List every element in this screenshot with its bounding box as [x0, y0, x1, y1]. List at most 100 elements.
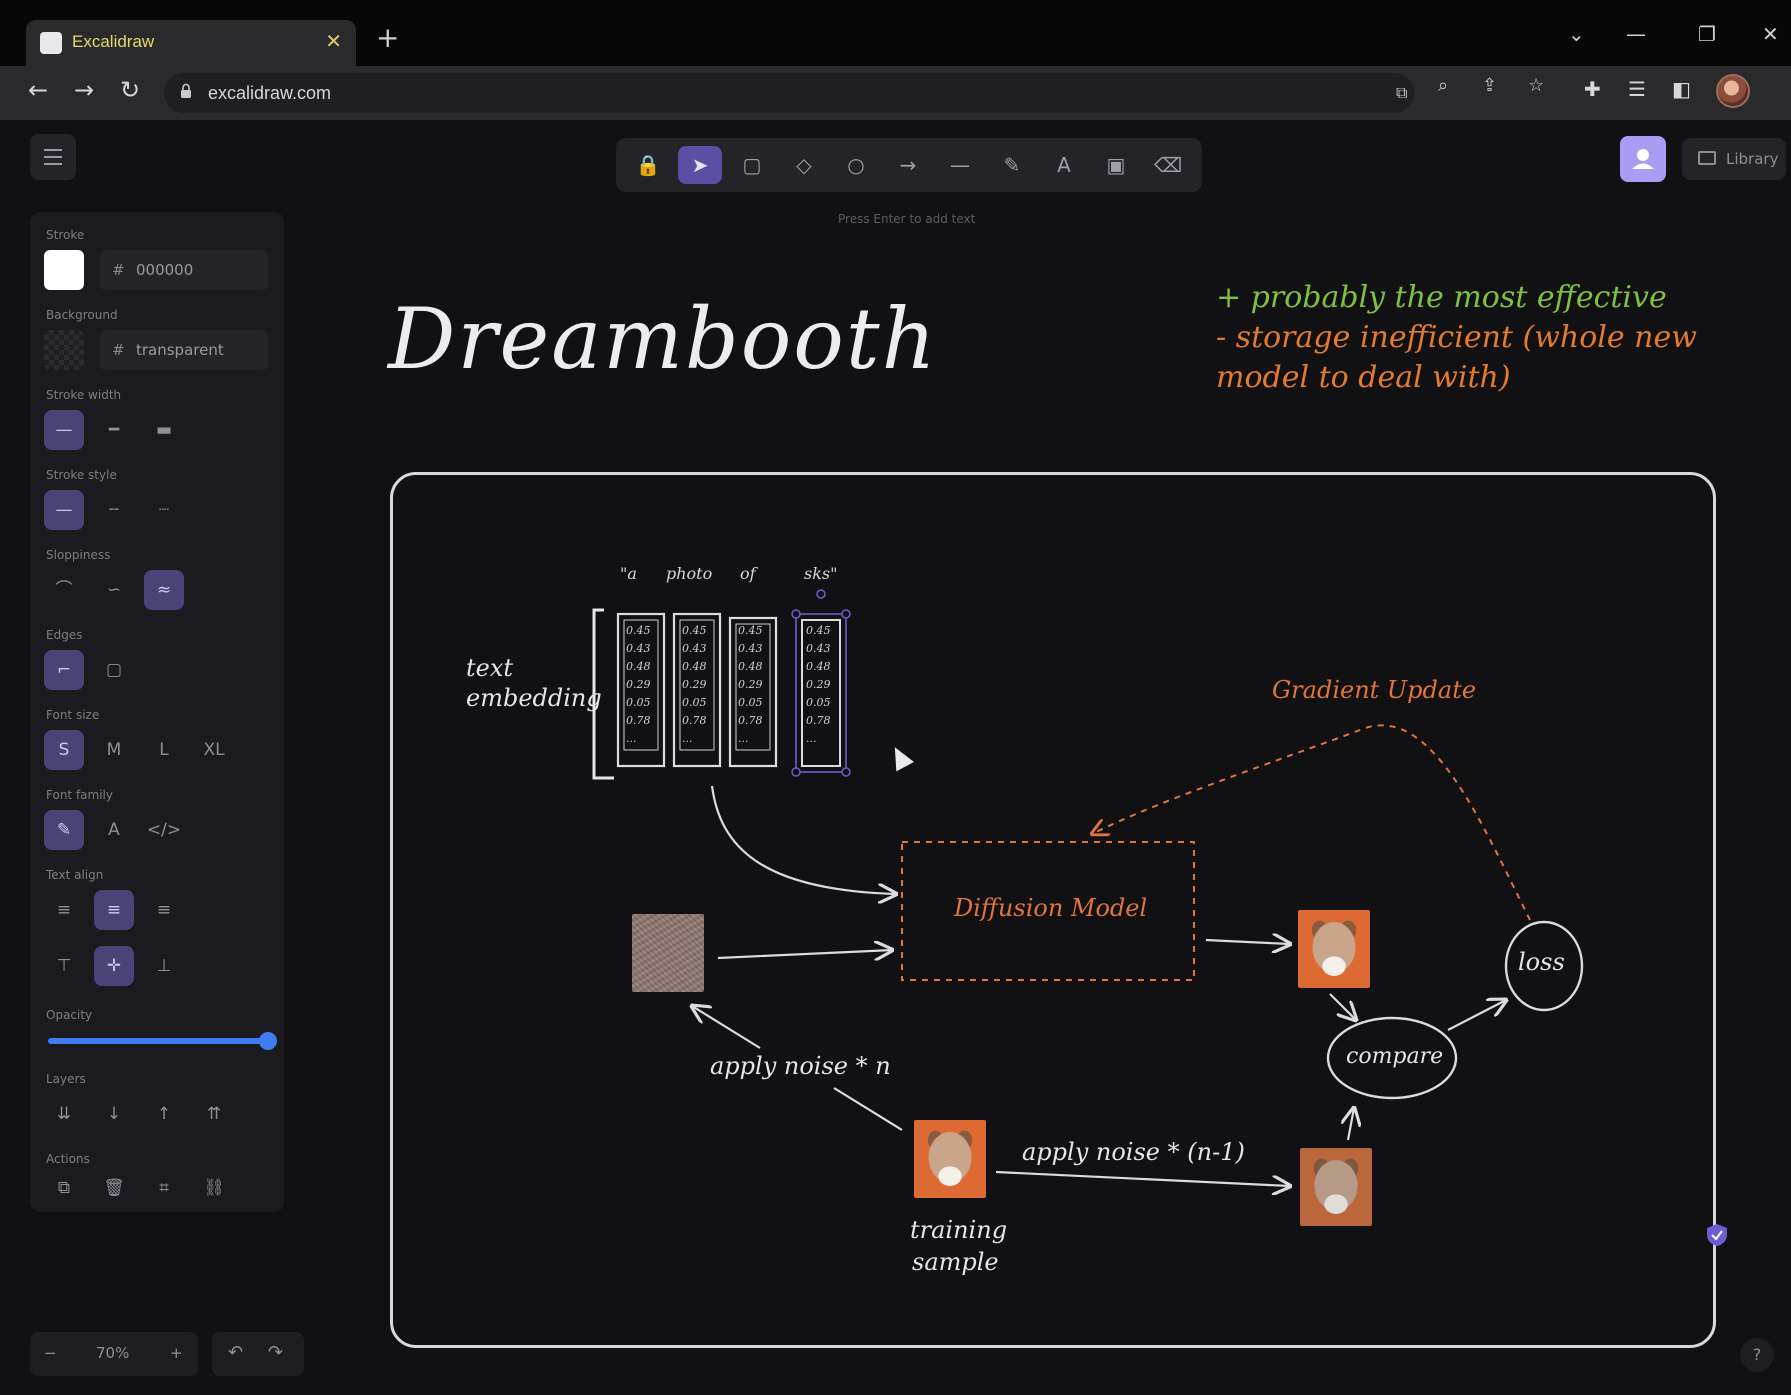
side-panel-icon[interactable]: ◧	[1672, 77, 1691, 101]
pros-note[interactable]: + probably the most effective	[1216, 280, 1667, 315]
selection-tool[interactable]: ➤	[678, 146, 722, 184]
redo-button[interactable]: ↷	[268, 1342, 283, 1363]
token-a[interactable]: "a	[620, 564, 637, 583]
stroke-width-bold[interactable]: ━	[94, 410, 134, 450]
bookmark-star-icon[interactable]: ☆	[1528, 75, 1544, 96]
font-size-xl[interactable]: XL	[194, 730, 234, 770]
line-tool[interactable]: —	[938, 146, 982, 184]
training-sample-label-line2[interactable]: sample	[912, 1248, 999, 1276]
stroke-width-thin[interactable]: —	[44, 410, 84, 450]
vertical-align-top[interactable]: ⊤	[44, 946, 84, 986]
arrow-tool[interactable]: →	[886, 146, 930, 184]
predicted-image[interactable]	[1298, 910, 1370, 988]
font-size-l[interactable]: L	[144, 730, 184, 770]
stroke-style-dashed[interactable]: ╌	[94, 490, 134, 530]
text-embedding-label-line2[interactable]: embedding	[466, 684, 602, 712]
send-backward-icon[interactable]: ↓	[94, 1094, 134, 1134]
apply-noise-n-minus-1-label[interactable]: apply noise * (n-1)	[1022, 1138, 1245, 1166]
token-of[interactable]: of	[740, 564, 756, 583]
stroke-width-extra-bold[interactable]: ▬	[144, 410, 184, 450]
gradient-update-label[interactable]: Gradient Update	[1272, 676, 1476, 704]
shield-icon[interactable]	[1704, 1222, 1730, 1248]
background-color-swatch[interactable]	[44, 330, 84, 370]
profile-avatar[interactable]	[1716, 74, 1750, 108]
ellipse-tool[interactable]: ○	[834, 146, 878, 184]
library-button[interactable]: Library	[1682, 138, 1786, 180]
font-family-handdrawn[interactable]: ✎	[44, 810, 84, 850]
image-tool[interactable]: ▣	[1094, 146, 1138, 184]
back-button[interactable]: ←	[28, 76, 48, 104]
collaborate-button[interactable]	[1620, 136, 1666, 182]
browser-tab[interactable]: Excalidraw ✕	[26, 20, 356, 66]
undo-button[interactable]: ↶	[228, 1342, 243, 1363]
diffusion-model-label[interactable]: Diffusion Model	[954, 894, 1147, 922]
main-menu-button[interactable]	[30, 134, 76, 180]
link-icon[interactable]: ⛓	[194, 1168, 234, 1208]
stroke-hex-input[interactable]: #000000	[100, 250, 268, 290]
send-to-back-icon[interactable]: ⇊	[44, 1094, 84, 1134]
duplicate-icon[interactable]: ⧉	[44, 1168, 84, 1208]
share-icon[interactable]: ⇪	[1482, 75, 1497, 96]
cast-icon[interactable]: ⧉	[1396, 83, 1407, 103]
tab-close-icon[interactable]: ✕	[325, 29, 342, 53]
font-family-code[interactable]: </>	[144, 810, 184, 850]
eraser-tool[interactable]: ⌫	[1146, 146, 1190, 184]
background-hex-input[interactable]: # transparent	[100, 330, 268, 370]
restore-button[interactable]: ❐	[1698, 22, 1716, 46]
address-bar[interactable]: excalidraw.com ⧉	[164, 73, 1414, 113]
edges-sharp[interactable]: ⌐	[44, 650, 84, 690]
text-align-right[interactable]: ≡	[144, 890, 184, 930]
text-tool[interactable]: A	[1042, 146, 1086, 184]
apply-noise-n-label[interactable]: apply noise * n	[710, 1052, 891, 1080]
training-sample-image[interactable]	[914, 1120, 986, 1198]
cons-note-line1[interactable]: - storage inefficient (whole new	[1216, 320, 1697, 355]
font-size-m[interactable]: M	[94, 730, 134, 770]
text-align-left[interactable]: ≡	[44, 890, 84, 930]
opacity-slider[interactable]	[48, 1038, 268, 1044]
text-align-center[interactable]: ≡	[94, 890, 134, 930]
sloppiness-architect[interactable]: ⌒	[44, 570, 84, 610]
sloppiness-cartoonist[interactable]: ≈	[144, 570, 184, 610]
draw-tool[interactable]: ✎	[990, 146, 1034, 184]
vertical-align-bottom[interactable]: ⊥	[144, 946, 184, 986]
bring-forward-icon[interactable]: ↑	[144, 1094, 184, 1134]
tab-search-icon[interactable]: ⌄	[1568, 22, 1585, 46]
reload-button[interactable]: ↻	[120, 76, 140, 104]
forward-button[interactable]: →	[74, 76, 94, 104]
noisy-image[interactable]	[632, 914, 704, 992]
rectangle-tool[interactable]: ▢	[730, 146, 774, 184]
drawing-title[interactable]: Dreambooth	[388, 290, 938, 388]
training-sample-label-line1[interactable]: training	[910, 1216, 1007, 1244]
loss-label[interactable]: loss	[1518, 948, 1565, 976]
sloppiness-artist[interactable]: ∽	[94, 570, 134, 610]
vertical-align-middle[interactable]: ✛	[94, 946, 134, 986]
compare-label[interactable]: compare	[1346, 1044, 1443, 1069]
zoom-in-button[interactable]: +	[170, 1344, 183, 1362]
font-family-normal[interactable]: A	[94, 810, 134, 850]
zoom-level[interactable]: 70%	[96, 1344, 129, 1362]
reading-list-icon[interactable]: ☰	[1628, 77, 1646, 101]
cons-note-line2[interactable]: model to deal with)	[1216, 360, 1511, 395]
zoom-icon[interactable]: ⌕	[1438, 75, 1448, 96]
extensions-icon[interactable]: ✚	[1584, 77, 1601, 101]
new-tab-button[interactable]: +	[376, 24, 399, 52]
target-image[interactable]	[1300, 1148, 1372, 1226]
help-button[interactable]: ?	[1740, 1338, 1774, 1372]
zoom-out-button[interactable]: −	[44, 1344, 57, 1362]
opacity-slider-thumb[interactable]	[259, 1032, 277, 1050]
token-photo[interactable]: photo	[666, 564, 712, 583]
lock-tool[interactable]: 🔒	[626, 146, 670, 184]
group-icon[interactable]: ⌗	[144, 1168, 184, 1208]
stroke-color-swatch[interactable]	[44, 250, 84, 290]
stroke-style-solid[interactable]: —	[44, 490, 84, 530]
stroke-style-dotted[interactable]: ┈	[144, 490, 184, 530]
delete-icon[interactable]: 🗑	[94, 1168, 134, 1208]
edges-round[interactable]: ▢	[94, 650, 134, 690]
text-embedding-label-line1[interactable]: text	[466, 654, 513, 682]
close-window-button[interactable]: ✕	[1762, 22, 1779, 46]
minimize-button[interactable]: —	[1626, 22, 1646, 46]
bring-to-front-icon[interactable]: ⇈	[194, 1094, 234, 1134]
font-size-s[interactable]: S	[44, 730, 84, 770]
diamond-tool[interactable]: ◇	[782, 146, 826, 184]
token-sks[interactable]: sks"	[804, 564, 837, 583]
